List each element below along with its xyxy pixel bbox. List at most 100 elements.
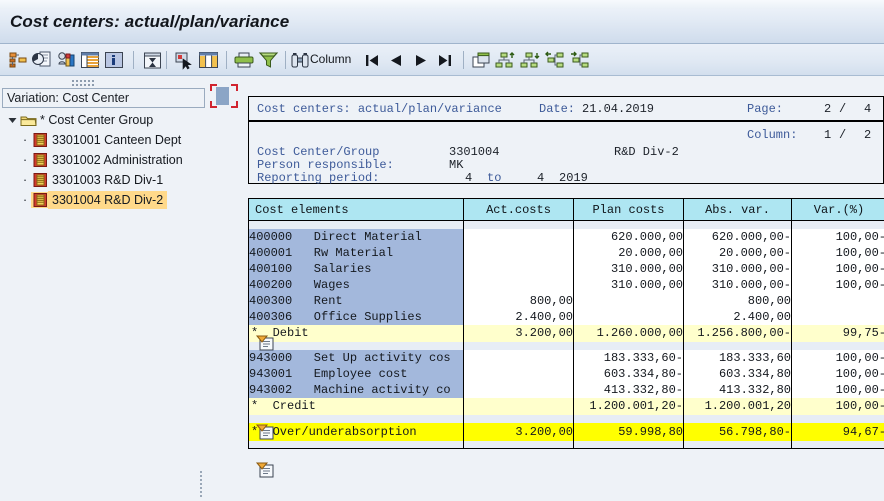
sort-filter-icon[interactable] [140, 48, 164, 72]
cell-var-pct [791, 308, 884, 325]
sidebar-item-3301003[interactable]: · 3301003 R&D Div-1 [2, 170, 207, 190]
tree-root-cost-center-group[interactable]: * Cost Center Group [2, 110, 207, 130]
collapse-down-icon[interactable] [518, 48, 542, 72]
cell-abs-var: 413.332,80 [683, 381, 792, 398]
cell-act-costs [463, 365, 574, 382]
period-label: Reporting period: [257, 171, 380, 185]
column-header-act-costs[interactable]: Act.costs [463, 198, 574, 221]
find-binoculars-icon[interactable] [290, 48, 310, 72]
drilldown-credit-icon[interactable] [255, 424, 276, 442]
cell-cost-element: 400300 Rent [248, 292, 464, 309]
table-row[interactable]: 400000 Direct Material 620.000,00 620.00… [248, 228, 884, 245]
previous-page-icon[interactable] [385, 48, 407, 72]
report-header-block2: Column: 1 / 2 Cost Center/Group 3301004 … [248, 121, 884, 185]
table-row[interactable]: 400306 Office Supplies 2.400,00 2.400,00 [248, 308, 884, 325]
variation-panel: Variation: Cost Center * Cost Center Gro… [0, 76, 205, 501]
next-page-icon[interactable] [410, 48, 432, 72]
find-column-label[interactable]: Column [310, 52, 351, 66]
table-spacer-row [248, 341, 884, 350]
cell-abs-var: 183.333,60 [683, 349, 792, 366]
cell-act-costs: 2.400,00 [463, 308, 574, 325]
sidebar-item-label: 3301001 Canteen Dept [52, 133, 182, 147]
selection-marker[interactable] [210, 84, 238, 108]
tree-root-label: * Cost Center Group [40, 113, 154, 127]
table-icon[interactable] [78, 48, 102, 72]
selection-corner-icon [210, 101, 217, 108]
cell-act-costs [463, 228, 574, 245]
cell-act-costs [463, 244, 574, 261]
tree-bullet-icon: · [22, 132, 28, 147]
table-spacer-row [248, 414, 884, 423]
hierarchy-icon[interactable] [6, 48, 30, 72]
sidebar-item-3301002[interactable]: · 3301002 Administration [2, 150, 207, 170]
cell-cost-element: 400000 Direct Material [248, 228, 464, 245]
cell-act-costs [463, 349, 574, 366]
cell-act-costs: 3.200,00 [463, 324, 574, 342]
drilldown-total-icon[interactable] [255, 462, 276, 480]
chevron-down-icon[interactable] [6, 114, 18, 126]
sidebar-item-3301004[interactable]: · 3301004 R&D Div-2 [2, 190, 207, 210]
subtotal-row-credit[interactable]: * Credit 1.200.001,20- 1.200.001,20 100,… [248, 397, 884, 415]
column-header-plan-costs[interactable]: Plan costs [573, 198, 684, 221]
cell-act-costs: 3.200,00 [463, 422, 574, 441]
table-row[interactable]: 400001 Rw Material 20.000,00 20.000,00- … [248, 244, 884, 261]
print-icon[interactable] [232, 48, 256, 72]
filter-funnel-icon[interactable] [256, 48, 280, 72]
date-value: 21.04.2019 [582, 102, 655, 116]
navigate-right-icon[interactable] [568, 48, 592, 72]
report-structure-icon[interactable] [54, 48, 78, 72]
cell-var-pct: 100,00- [791, 365, 884, 382]
table-row[interactable]: 400200 Wages 310.000,00 310.000,00- 100,… [248, 276, 884, 293]
cell-act-costs: 800,00 [463, 292, 574, 309]
table-row[interactable]: 400300 Rent 800,00 800,00 [248, 292, 884, 309]
cell-abs-var: 310.000,00- [683, 276, 792, 293]
variation-header: Variation: Cost Center [2, 88, 205, 108]
cell-cost-element: 400100 Salaries [248, 260, 464, 277]
cell-var-pct: 100,00- [791, 244, 884, 261]
report-table-wrap: Cost elements Act.costs Plan costs Abs. … [248, 198, 884, 478]
toolbar-separator [226, 51, 227, 69]
selection-fill [216, 87, 229, 105]
columns-icon[interactable] [196, 48, 220, 72]
table-row[interactable]: 943001 Employee cost 603.334,80- 603.334… [248, 365, 884, 382]
sidebar-item-label: 3301003 R&D Div-1 [52, 173, 164, 187]
window-title-bar: Cost centers: actual/plan/variance [0, 0, 884, 44]
selection-corner-icon [210, 84, 217, 91]
last-page-icon[interactable] [434, 48, 456, 72]
cell-var-pct: 100,00- [791, 228, 884, 245]
person-value: MK [449, 158, 464, 172]
cell-abs-var: 603.334,80 [683, 365, 792, 382]
period-to: 4 [537, 171, 545, 185]
drilldown-debit-icon[interactable] [255, 335, 276, 353]
subtotal-row-debit[interactable]: * Debit 3.200,00 1.260.000,00 1.256.800,… [248, 324, 884, 342]
column-header-cost-elements[interactable]: Cost elements [248, 198, 464, 221]
column-header-abs-var[interactable]: Abs. var. [683, 198, 792, 221]
cell-act-costs [463, 276, 574, 293]
cell-abs-var: 56.798,80- [683, 422, 792, 441]
table-row[interactable]: 943000 Set Up activity cos 183.333,60- 1… [248, 349, 884, 366]
expand-up-icon[interactable] [493, 48, 517, 72]
new-window-icon[interactable] [469, 48, 493, 72]
sidebar-item-3301001[interactable]: · 3301001 Canteen Dept [2, 130, 207, 150]
cell-subtotal-label: * Debit [248, 324, 464, 342]
navigate-left-icon[interactable] [543, 48, 567, 72]
panel-grip-handle[interactable] [72, 79, 116, 87]
cost-center-value: 3301004 [449, 145, 500, 159]
page-title: Cost centers: actual/plan/variance [10, 12, 290, 31]
selection-corner-icon [231, 84, 238, 91]
variation-icon[interactable] [30, 48, 54, 72]
first-page-icon[interactable] [361, 48, 383, 72]
cell-var-pct: 100,00- [791, 381, 884, 398]
cost-center-icon [31, 172, 49, 188]
table-row[interactable]: 400100 Salaries 310.000,00 310.000,00- 1… [248, 260, 884, 277]
info-icon[interactable] [102, 48, 126, 72]
table-row[interactable]: 943002 Machine activity co 413.332,80- 4… [248, 381, 884, 398]
cell-abs-var: 1.256.800,00- [683, 324, 792, 342]
column-header-var-pct[interactable]: Var.(%) [791, 198, 884, 221]
panel-splitter[interactable] [199, 471, 205, 501]
select-cursor-icon[interactable] [172, 48, 196, 72]
grand-total-row[interactable]: ** Over/underabsorption 3.200,00 59.998,… [248, 422, 884, 441]
toolbar-separator [463, 51, 464, 69]
cell-abs-var: 620.000,00- [683, 228, 792, 245]
cell-abs-var: 310.000,00- [683, 260, 792, 277]
